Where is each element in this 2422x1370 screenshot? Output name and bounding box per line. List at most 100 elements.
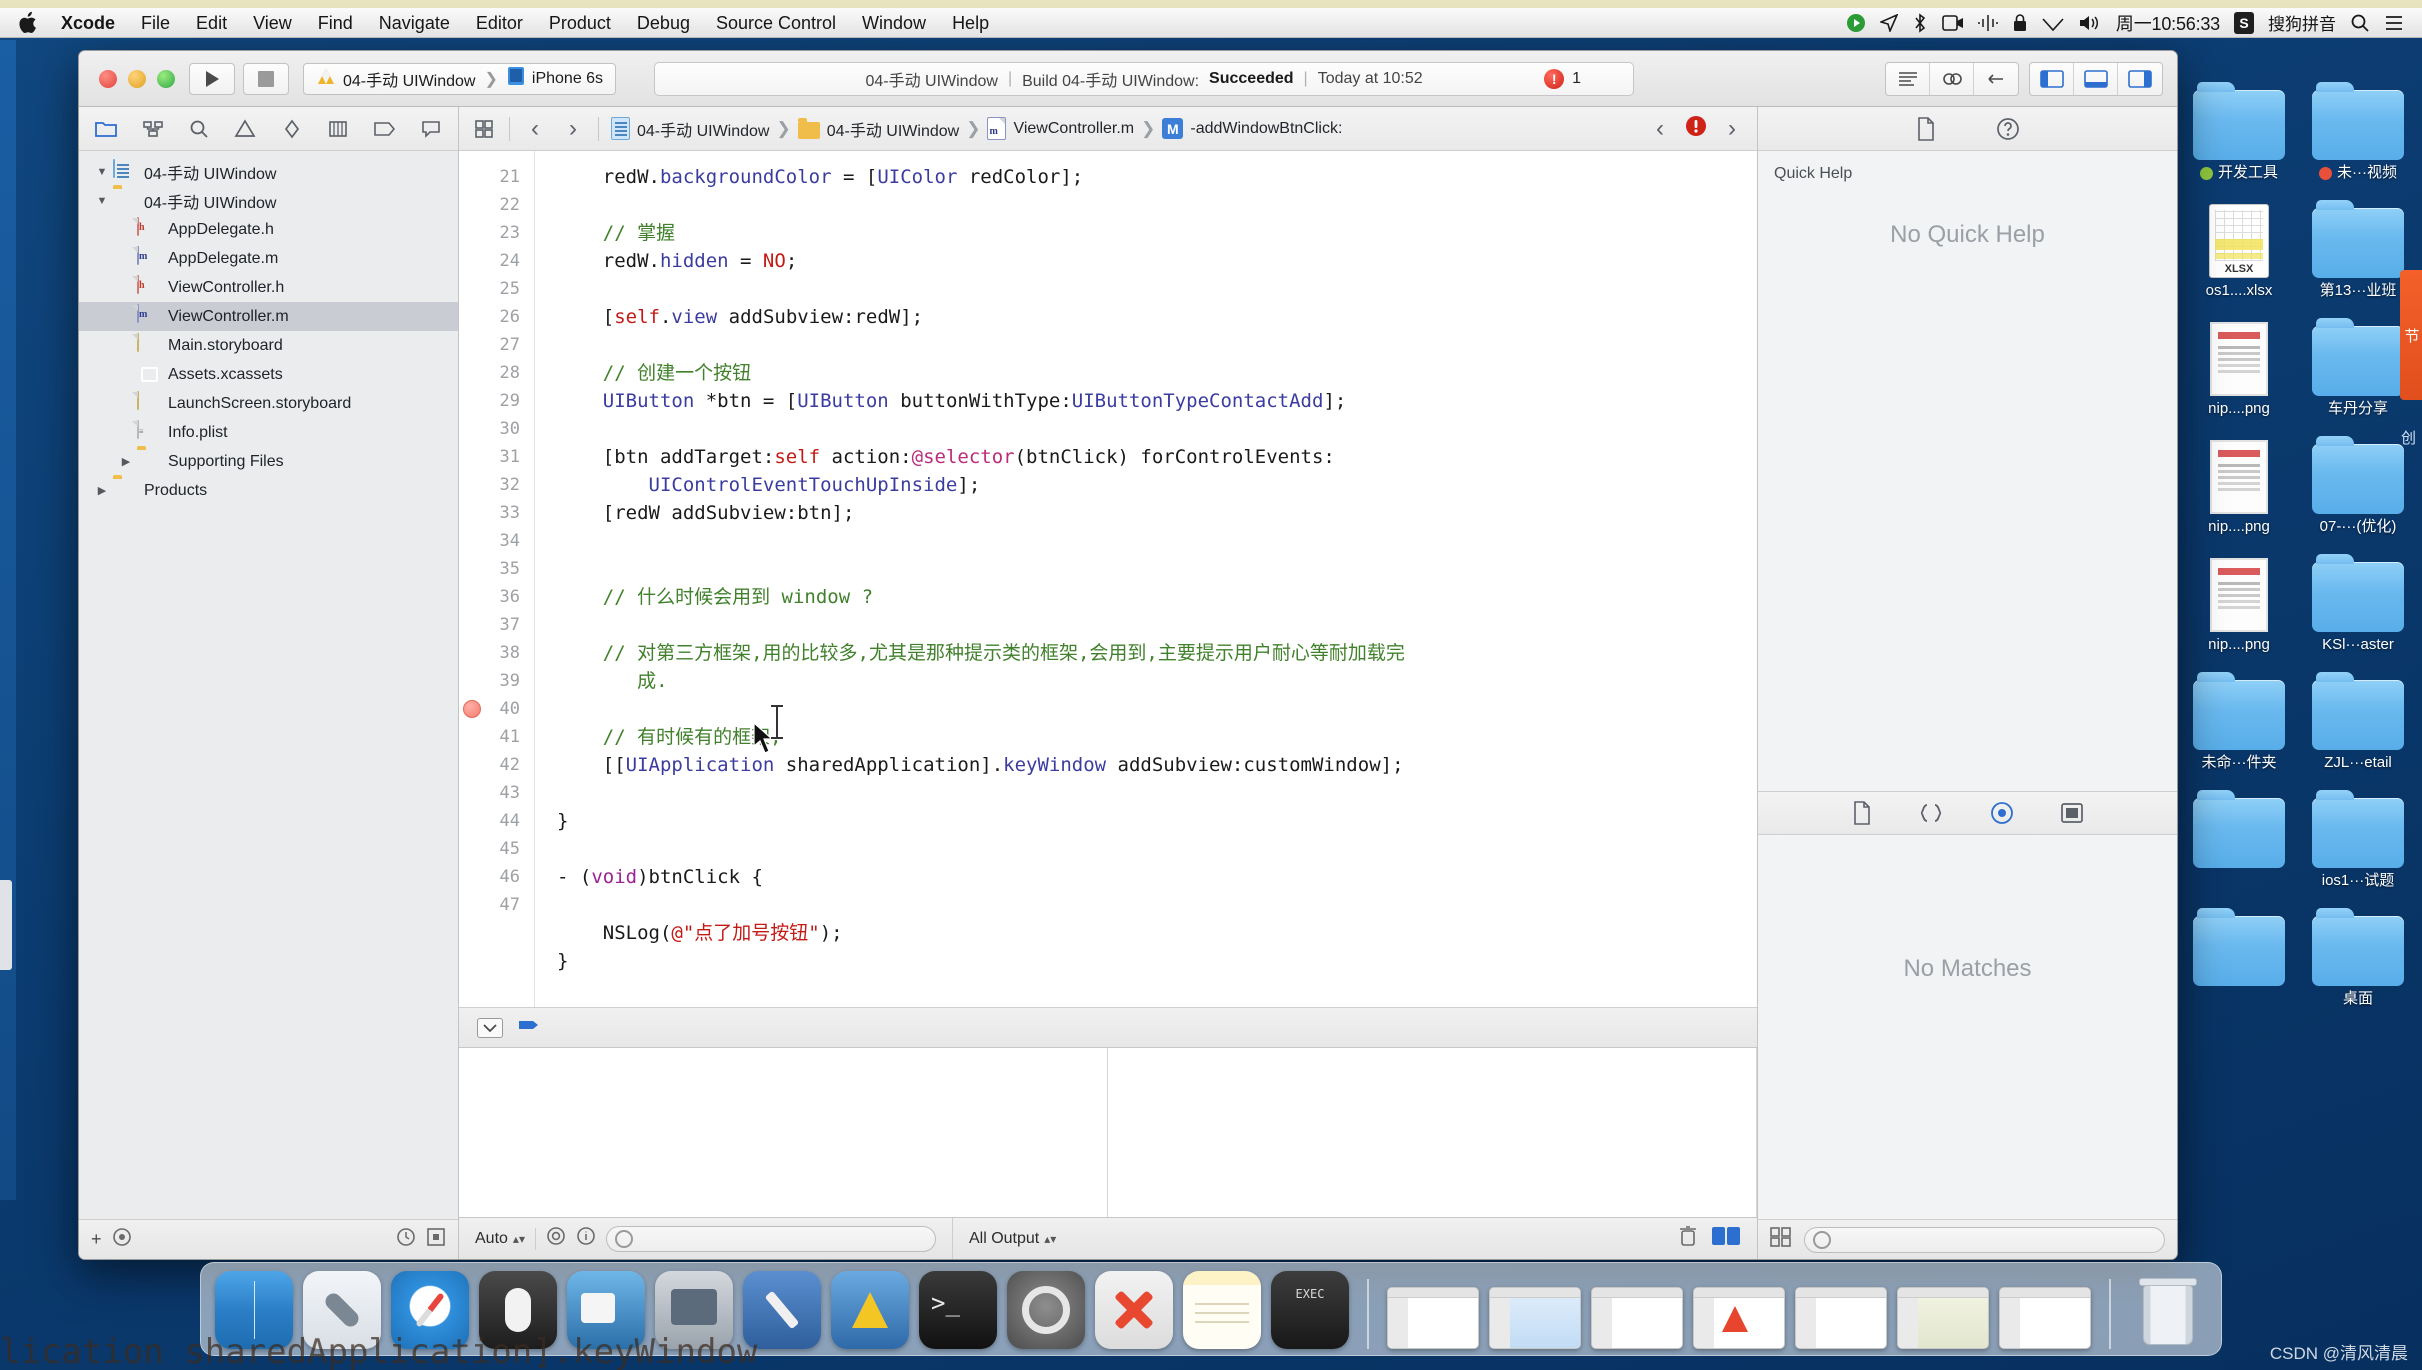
dock-window-thumbnail[interactable] [1591, 1287, 1683, 1349]
record-icon[interactable] [1846, 13, 1866, 33]
code-line[interactable] [557, 779, 1757, 807]
code-line[interactable]: [self.view addSubview:redW]; [557, 303, 1757, 331]
menu-item-product[interactable]: Product [536, 8, 624, 38]
desktop-icon[interactable]: 第13···业班 [2303, 196, 2413, 300]
code-line[interactable]: // 什么时候会用到 window ? [557, 583, 1757, 611]
line-number[interactable]: 31 [459, 443, 534, 471]
desktop-icon[interactable]: ZJL···etail [2303, 668, 2413, 772]
file-tree-row[interactable]: ▶mAppDelegate.m [79, 244, 458, 273]
lock-icon[interactable] [2012, 13, 2028, 33]
line-number[interactable]: 28 [459, 359, 534, 387]
line-number[interactable]: 22 [459, 191, 534, 219]
code-line[interactable]: redW.hidden = NO; [557, 247, 1757, 275]
test-navigator-tab[interactable] [269, 107, 315, 150]
menu-item-window[interactable]: Window [849, 8, 939, 38]
variables-view[interactable] [459, 1048, 1108, 1217]
toggle-navigator-button[interactable] [2030, 62, 2074, 95]
toggle-debug-area-button[interactable] [2074, 62, 2118, 95]
library-filter-field[interactable] [1804, 1226, 2165, 1253]
standard-editor-button[interactable] [1886, 62, 1930, 95]
menu-item-xcode[interactable]: Xcode [48, 8, 128, 38]
dock-item-system-preferences-icon[interactable] [1007, 1271, 1085, 1349]
report-navigator-tab[interactable] [408, 107, 454, 150]
breadcrumb[interactable]: 04-手动 UIWindow ❯ 04-手动 UIWindow ❯ m View… [611, 117, 1342, 141]
menu-item-edit[interactable]: Edit [183, 8, 240, 38]
code-line[interactable] [557, 611, 1757, 639]
disclosure-triangle-icon[interactable]: ▼ [91, 166, 113, 178]
hide-debug-toggle-icon[interactable] [477, 1017, 503, 1038]
code-line[interactable] [557, 527, 1757, 555]
forward-button[interactable]: › [560, 115, 586, 143]
dock-window-thumbnail[interactable] [1387, 1287, 1479, 1349]
location-icon[interactable] [1879, 13, 1898, 32]
line-number[interactable]: 39 [459, 667, 534, 695]
error-chip[interactable]: ! 1 [1544, 68, 1581, 89]
desktop-icon[interactable]: nip....png [2184, 432, 2294, 536]
back-button[interactable]: ‹ [522, 115, 548, 143]
code-line[interactable] [557, 415, 1757, 443]
file-template-library-tab[interactable] [1852, 801, 1872, 825]
desktop-icon[interactable] [2184, 904, 2294, 1008]
line-number[interactable]: 32 [459, 471, 534, 499]
file-tree-row[interactable]: ▶≡Info.plist [79, 418, 458, 447]
breakpoint-navigator-tab[interactable] [361, 107, 407, 150]
sogou-badge-icon[interactable]: S [2234, 11, 2254, 34]
desktop-icon[interactable]: 车丹分享 [2303, 314, 2413, 418]
file-tree-row[interactable]: ▶mViewController.m [79, 302, 458, 331]
dock-item-exec-icon[interactable] [1271, 1271, 1349, 1349]
search-icon[interactable] [2350, 13, 2370, 33]
menu-item-find[interactable]: Find [305, 8, 366, 38]
desktop-icon[interactable]: nip....png [2184, 314, 2294, 418]
filter-button[interactable] [112, 1227, 132, 1252]
recent-filter-icon[interactable] [396, 1227, 416, 1252]
close-button[interactable] [99, 69, 117, 88]
minimize-button[interactable] [128, 69, 146, 88]
menu-item-navigate[interactable]: Navigate [366, 8, 463, 38]
dock-window-thumbnail[interactable] [1999, 1287, 2091, 1349]
code-line[interactable]: } [557, 947, 1757, 975]
line-number[interactable]: 47 [459, 891, 534, 919]
line-number[interactable]: 41 [459, 723, 534, 751]
previous-issue-button[interactable]: ‹ [1647, 115, 1673, 143]
quick-help-tab[interactable] [1996, 117, 2020, 141]
line-number[interactable]: 23 [459, 219, 534, 247]
menu-item-view[interactable]: View [240, 8, 305, 38]
variables-filter-field[interactable] [605, 1225, 936, 1252]
line-number[interactable]: 38 [459, 639, 534, 667]
screen-record-icon[interactable] [1942, 14, 1964, 32]
disclosure-triangle-icon[interactable]: ▶ [115, 455, 137, 468]
code-line[interactable] [557, 331, 1757, 359]
file-tree-row[interactable]: ▶hAppDelegate.h [79, 215, 458, 244]
input-method-label[interactable]: 搜狗拼音 [2268, 10, 2336, 35]
line-number[interactable]: 30 [459, 415, 534, 443]
disclosure-triangle-icon[interactable]: ▼ [91, 195, 113, 207]
dock-window-thumbnail[interactable] [1795, 1287, 1887, 1349]
line-number[interactable]: 40 [459, 695, 534, 723]
dock-item-terminal-icon[interactable] [919, 1271, 997, 1349]
disclosure-triangle-icon[interactable]: ▶ [91, 484, 113, 497]
wifi-icon[interactable] [2042, 14, 2064, 32]
debug-flow-icon[interactable] [517, 1017, 541, 1038]
issue-marker-icon[interactable] [463, 700, 481, 718]
assistant-editor-button[interactable] [1930, 62, 1974, 95]
run-button[interactable] [189, 62, 235, 95]
code-text[interactable]: redW.backgroundColor = [UIColor redColor… [535, 151, 1757, 1007]
desktop-icon[interactable]: XLSX os1....xlsx [2184, 196, 2294, 300]
menu-item-help[interactable]: Help [939, 8, 1002, 38]
console-split-toggle-icon[interactable] [1711, 1225, 1741, 1252]
menu-bar-clock[interactable]: 周一10:56:33 [2116, 10, 2220, 36]
desktop-icon[interactable]: KSl···aster [2303, 550, 2413, 654]
next-issue-button[interactable]: › [1719, 115, 1745, 143]
dock-item-xmind-icon[interactable] [1095, 1271, 1173, 1349]
file-tree-row[interactable]: ▼ 04-手动 UIWindow [79, 186, 458, 215]
media-library-tab[interactable] [2060, 802, 2084, 824]
line-number[interactable]: 37 [459, 611, 534, 639]
line-number[interactable]: 33 [459, 499, 534, 527]
library-layout-icon[interactable] [1770, 1227, 1792, 1252]
line-number[interactable]: 44 [459, 807, 534, 835]
menu-item-source-control[interactable]: Source Control [703, 8, 849, 38]
breadcrumb-item-method[interactable]: M -addWindowBtnClick: [1162, 118, 1342, 139]
line-number[interactable]: 26 [459, 303, 534, 331]
debug-navigator-tab[interactable] [315, 107, 361, 150]
line-number[interactable]: 46 [459, 863, 534, 891]
